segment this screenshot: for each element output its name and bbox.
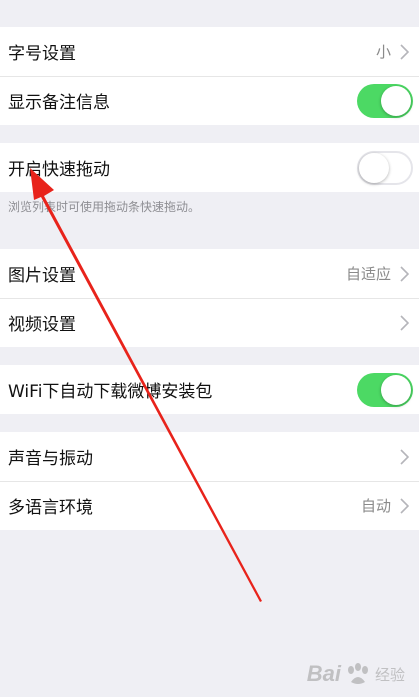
baidu-watermark: Bai 经验 [307, 661, 405, 687]
watermark-brand: Bai [306, 661, 341, 686]
wifi-download-label: WiFi下自动下载微博安装包 [8, 382, 213, 402]
chevron-right-icon [397, 496, 411, 516]
display-group: 字号设置 小 显示备注信息 [0, 27, 419, 125]
chevron-right-icon [397, 264, 411, 284]
language-value: 自动 [360, 497, 391, 515]
video-settings-label: 视频设置 [8, 315, 76, 335]
font-size-row[interactable]: 字号设置 小 [0, 27, 419, 76]
font-size-label: 字号设置 [8, 44, 76, 64]
show-remark-toggle[interactable] [357, 83, 413, 118]
chevron-right-icon [397, 313, 411, 333]
wifi-download-row: WiFi下自动下载微博安装包 [0, 365, 419, 414]
fast-drag-label: 开启快速拖动 [8, 160, 110, 180]
paw-icon [347, 663, 368, 684]
download-group: WiFi下自动下载微博安装包 [0, 365, 419, 414]
wifi-download-toggle[interactable] [357, 372, 413, 407]
drag-group: 开启快速拖动 [0, 143, 419, 192]
general-group: 声音与振动 多语言环境 自动 [0, 432, 419, 530]
image-settings-row[interactable]: 图片设置 自适应 [0, 249, 419, 298]
toggle-knob [359, 152, 389, 183]
language-label: 多语言环境 [8, 498, 93, 518]
chevron-right-icon [397, 447, 411, 467]
show-remark-label: 显示备注信息 [8, 93, 110, 113]
font-size-value: 小 [375, 43, 391, 61]
toggle-knob [381, 374, 411, 405]
show-remark-row: 显示备注信息 [0, 76, 419, 125]
sound-vibration-label: 声音与振动 [8, 449, 93, 469]
watermark-sub: 经验 [374, 665, 405, 684]
settings-page: 字号设置 小 显示备注信息 开启快速拖动 浏览列表时可使用拖动条快速拖动。 图片… [0, 0, 419, 697]
media-group: 图片设置 自适应 视频设置 [0, 249, 419, 347]
video-settings-row[interactable]: 视频设置 [0, 298, 419, 347]
fast-drag-hint: 浏览列表时可使用拖动条快速拖动。 [8, 200, 201, 214]
sound-vibration-row[interactable]: 声音与振动 [0, 432, 419, 481]
toggle-knob [381, 85, 411, 116]
chevron-right-icon [397, 42, 411, 62]
image-settings-label: 图片设置 [8, 266, 76, 286]
language-row[interactable]: 多语言环境 自动 [0, 481, 419, 530]
image-settings-value: 自适应 [345, 265, 391, 283]
fast-drag-row: 开启快速拖动 [0, 143, 419, 192]
fast-drag-toggle[interactable] [357, 150, 413, 185]
